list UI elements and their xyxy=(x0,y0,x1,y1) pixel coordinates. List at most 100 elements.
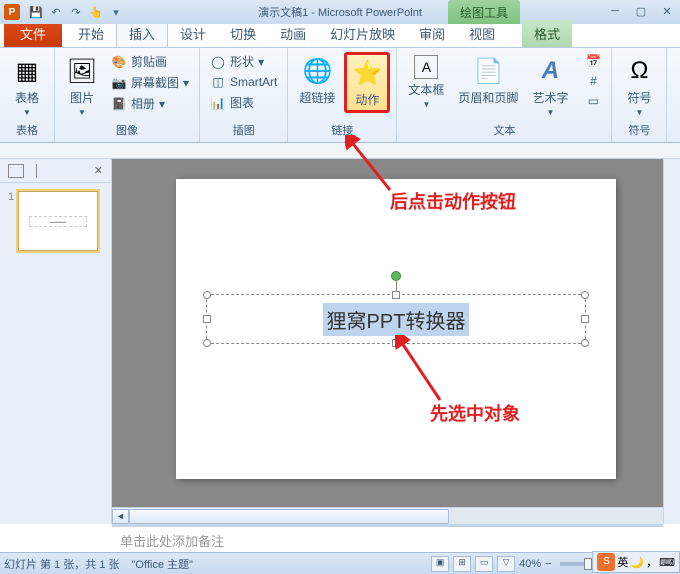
chart-button[interactable]: 📊图表 xyxy=(206,93,281,112)
slide-thumbnail[interactable]: ▬▬▬▬ xyxy=(18,191,98,251)
hyperlink-button[interactable]: 🌐 超链接 xyxy=(294,52,340,109)
tab-transitions[interactable]: 切换 xyxy=(218,20,268,47)
close-button[interactable]: ✕ xyxy=(658,5,676,19)
arrow-to-action xyxy=(345,135,395,195)
tab-format[interactable]: 格式 xyxy=(522,20,572,47)
minimize-button[interactable]: ─ xyxy=(606,5,624,19)
scroll-thumb[interactable] xyxy=(129,509,449,524)
reading-view-button[interactable]: ▭ xyxy=(475,556,493,572)
zoom-slider-thumb[interactable] xyxy=(584,558,592,570)
context-tab-drawing-tools[interactable]: 绘图工具 xyxy=(448,0,520,24)
textbox-button[interactable]: A 文本框 ▼ xyxy=(403,52,449,112)
tab-home[interactable]: 开始 xyxy=(66,20,116,47)
shapes-icon: ◯ xyxy=(210,54,226,70)
ime-bar[interactable]: S 英 🌙 ， ⌨ xyxy=(592,551,680,573)
textbox-text[interactable]: 狸窝PPT转换器 xyxy=(323,303,470,336)
date-icon: 📅 xyxy=(585,53,601,69)
app-icon: P xyxy=(4,4,20,20)
resize-handle-l[interactable] xyxy=(203,315,211,323)
table-button[interactable]: ▦ 表格 ▼ xyxy=(6,52,48,120)
annotation-click-action: 后点击动作按钮 xyxy=(390,188,516,214)
object-button[interactable]: ▭ xyxy=(581,92,605,110)
group-illustrations: ◯形状 ▾ ◫SmartArt 📊图表 插图 xyxy=(200,48,288,142)
tab-review[interactable]: 审阅 xyxy=(407,20,457,47)
hyperlink-icon: 🌐 xyxy=(301,55,333,87)
clipart-button[interactable]: 🎨剪贴画 xyxy=(107,52,193,71)
screenshot-button[interactable]: 📷屏幕截图 ▾ xyxy=(107,73,193,92)
rotate-handle[interactable] xyxy=(391,271,401,281)
scroll-left-button[interactable]: ◄ xyxy=(112,509,129,524)
date-button[interactable]: 📅 xyxy=(581,52,605,70)
qat-dropdown-icon[interactable]: ▾ xyxy=(108,4,124,20)
clipart-icon: 🎨 xyxy=(111,54,127,70)
zoom-out-button[interactable]: − xyxy=(545,558,551,570)
save-icon[interactable]: 💾 xyxy=(28,4,44,20)
group-label: 插图 xyxy=(206,120,281,140)
panel-tabs: ✕ xyxy=(0,159,111,183)
restore-button[interactable]: ▢ xyxy=(632,5,650,19)
chevron-down-icon: ▼ xyxy=(422,100,430,109)
wordart-icon: A xyxy=(534,55,566,87)
tab-file[interactable]: 文件 xyxy=(4,20,62,47)
ribbon-tabs: 文件 开始 插入 设计 切换 动画 幻灯片放映 审阅 视图 格式 xyxy=(0,24,680,48)
group-tables: ▦ 表格 ▼ 表格 xyxy=(0,48,55,142)
slide-number-button[interactable]: # xyxy=(581,72,605,90)
zoom-level[interactable]: 40% xyxy=(519,558,541,570)
action-button[interactable]: ⭐ 动作 xyxy=(344,52,390,113)
thumbnail-number: 1 xyxy=(8,191,14,251)
slide[interactable]: 狸窝PPT转换器 xyxy=(176,179,616,479)
symbol-icon: Ω xyxy=(623,55,655,87)
tab-slideshow[interactable]: 幻灯片放映 xyxy=(318,20,407,47)
notes-pane[interactable]: 单击此处添加备注 xyxy=(112,524,663,552)
resize-handle-tl[interactable] xyxy=(203,291,211,299)
ime-keyboard-icon[interactable]: ⌨ xyxy=(659,556,675,569)
slide-counter: 幻灯片 第 1 张，共 1 张 xyxy=(4,556,120,572)
panel-close-icon[interactable]: ✕ xyxy=(94,164,103,177)
scroll-track[interactable] xyxy=(129,509,663,524)
arrow-to-object xyxy=(395,335,445,405)
slide-panel: ✕ 1 ▬▬▬▬ xyxy=(0,159,112,524)
resize-handle-t[interactable] xyxy=(392,291,400,299)
window-title: 演示文稿1 - Microsoft PowerPoint xyxy=(258,4,422,20)
group-text: A 文本框 ▼ 📄 页眉和页脚 A 艺术字 ▼ 📅 # ▭ 文本 xyxy=(397,48,612,142)
ime-icon[interactable]: S xyxy=(597,553,615,571)
ime-lang[interactable]: 英 xyxy=(617,554,628,570)
normal-view-button[interactable]: ▣ xyxy=(431,556,449,572)
album-button[interactable]: 📓相册 ▾ xyxy=(107,94,193,113)
touch-icon[interactable]: 👆 xyxy=(88,4,104,20)
tab-design[interactable]: 设计 xyxy=(168,20,218,47)
shapes-button[interactable]: ◯形状 ▾ xyxy=(206,52,281,71)
resize-handle-br[interactable] xyxy=(581,339,589,347)
tab-animations[interactable]: 动画 xyxy=(268,20,318,47)
slides-tab[interactable] xyxy=(8,164,24,178)
chevron-down-icon: ▼ xyxy=(546,108,554,117)
smartart-button[interactable]: ◫SmartArt xyxy=(206,73,281,91)
redo-icon[interactable]: ↷ xyxy=(68,4,84,20)
vertical-scrollbar[interactable] xyxy=(663,159,680,524)
resize-handle-bl[interactable] xyxy=(203,339,211,347)
ruler xyxy=(0,143,680,159)
slideshow-view-button[interactable]: ▽ xyxy=(497,556,515,572)
group-images: 🖼 图片 ▼ 🎨剪贴画 📷屏幕截图 ▾ 📓相册 ▾ 图像 xyxy=(55,48,200,142)
group-links: 🌐 超链接 ⭐ 动作 链接 xyxy=(288,48,397,142)
window-controls: ─ ▢ ✕ xyxy=(606,5,676,19)
symbol-button[interactable]: Ω 符号 ▼ xyxy=(618,52,660,120)
screenshot-icon: 📷 xyxy=(111,75,127,91)
wordart-button[interactable]: A 艺术字 ▼ xyxy=(527,52,573,120)
horizontal-scrollbar[interactable]: ◄ ► xyxy=(112,507,680,524)
tab-view[interactable]: 视图 xyxy=(457,20,507,47)
outline-tab[interactable] xyxy=(36,164,52,178)
ime-punct-icon[interactable]: ， xyxy=(646,554,657,570)
resize-handle-tr[interactable] xyxy=(581,291,589,299)
group-label: 媒体 xyxy=(673,120,680,140)
picture-button[interactable]: 🖼 图片 ▼ xyxy=(61,52,103,120)
header-footer-button[interactable]: 📄 页眉和页脚 xyxy=(453,52,523,109)
undo-icon[interactable]: ↶ xyxy=(48,4,64,20)
media-button[interactable]: 🔊 媒体 ▼ xyxy=(673,52,680,120)
number-icon: # xyxy=(585,73,601,89)
ime-mode-icon[interactable]: 🌙 xyxy=(630,556,644,569)
sorter-view-button[interactable]: ⊞ xyxy=(453,556,471,572)
smartart-icon: ◫ xyxy=(210,74,226,90)
resize-handle-r[interactable] xyxy=(581,315,589,323)
action-icon: ⭐ xyxy=(351,57,383,89)
